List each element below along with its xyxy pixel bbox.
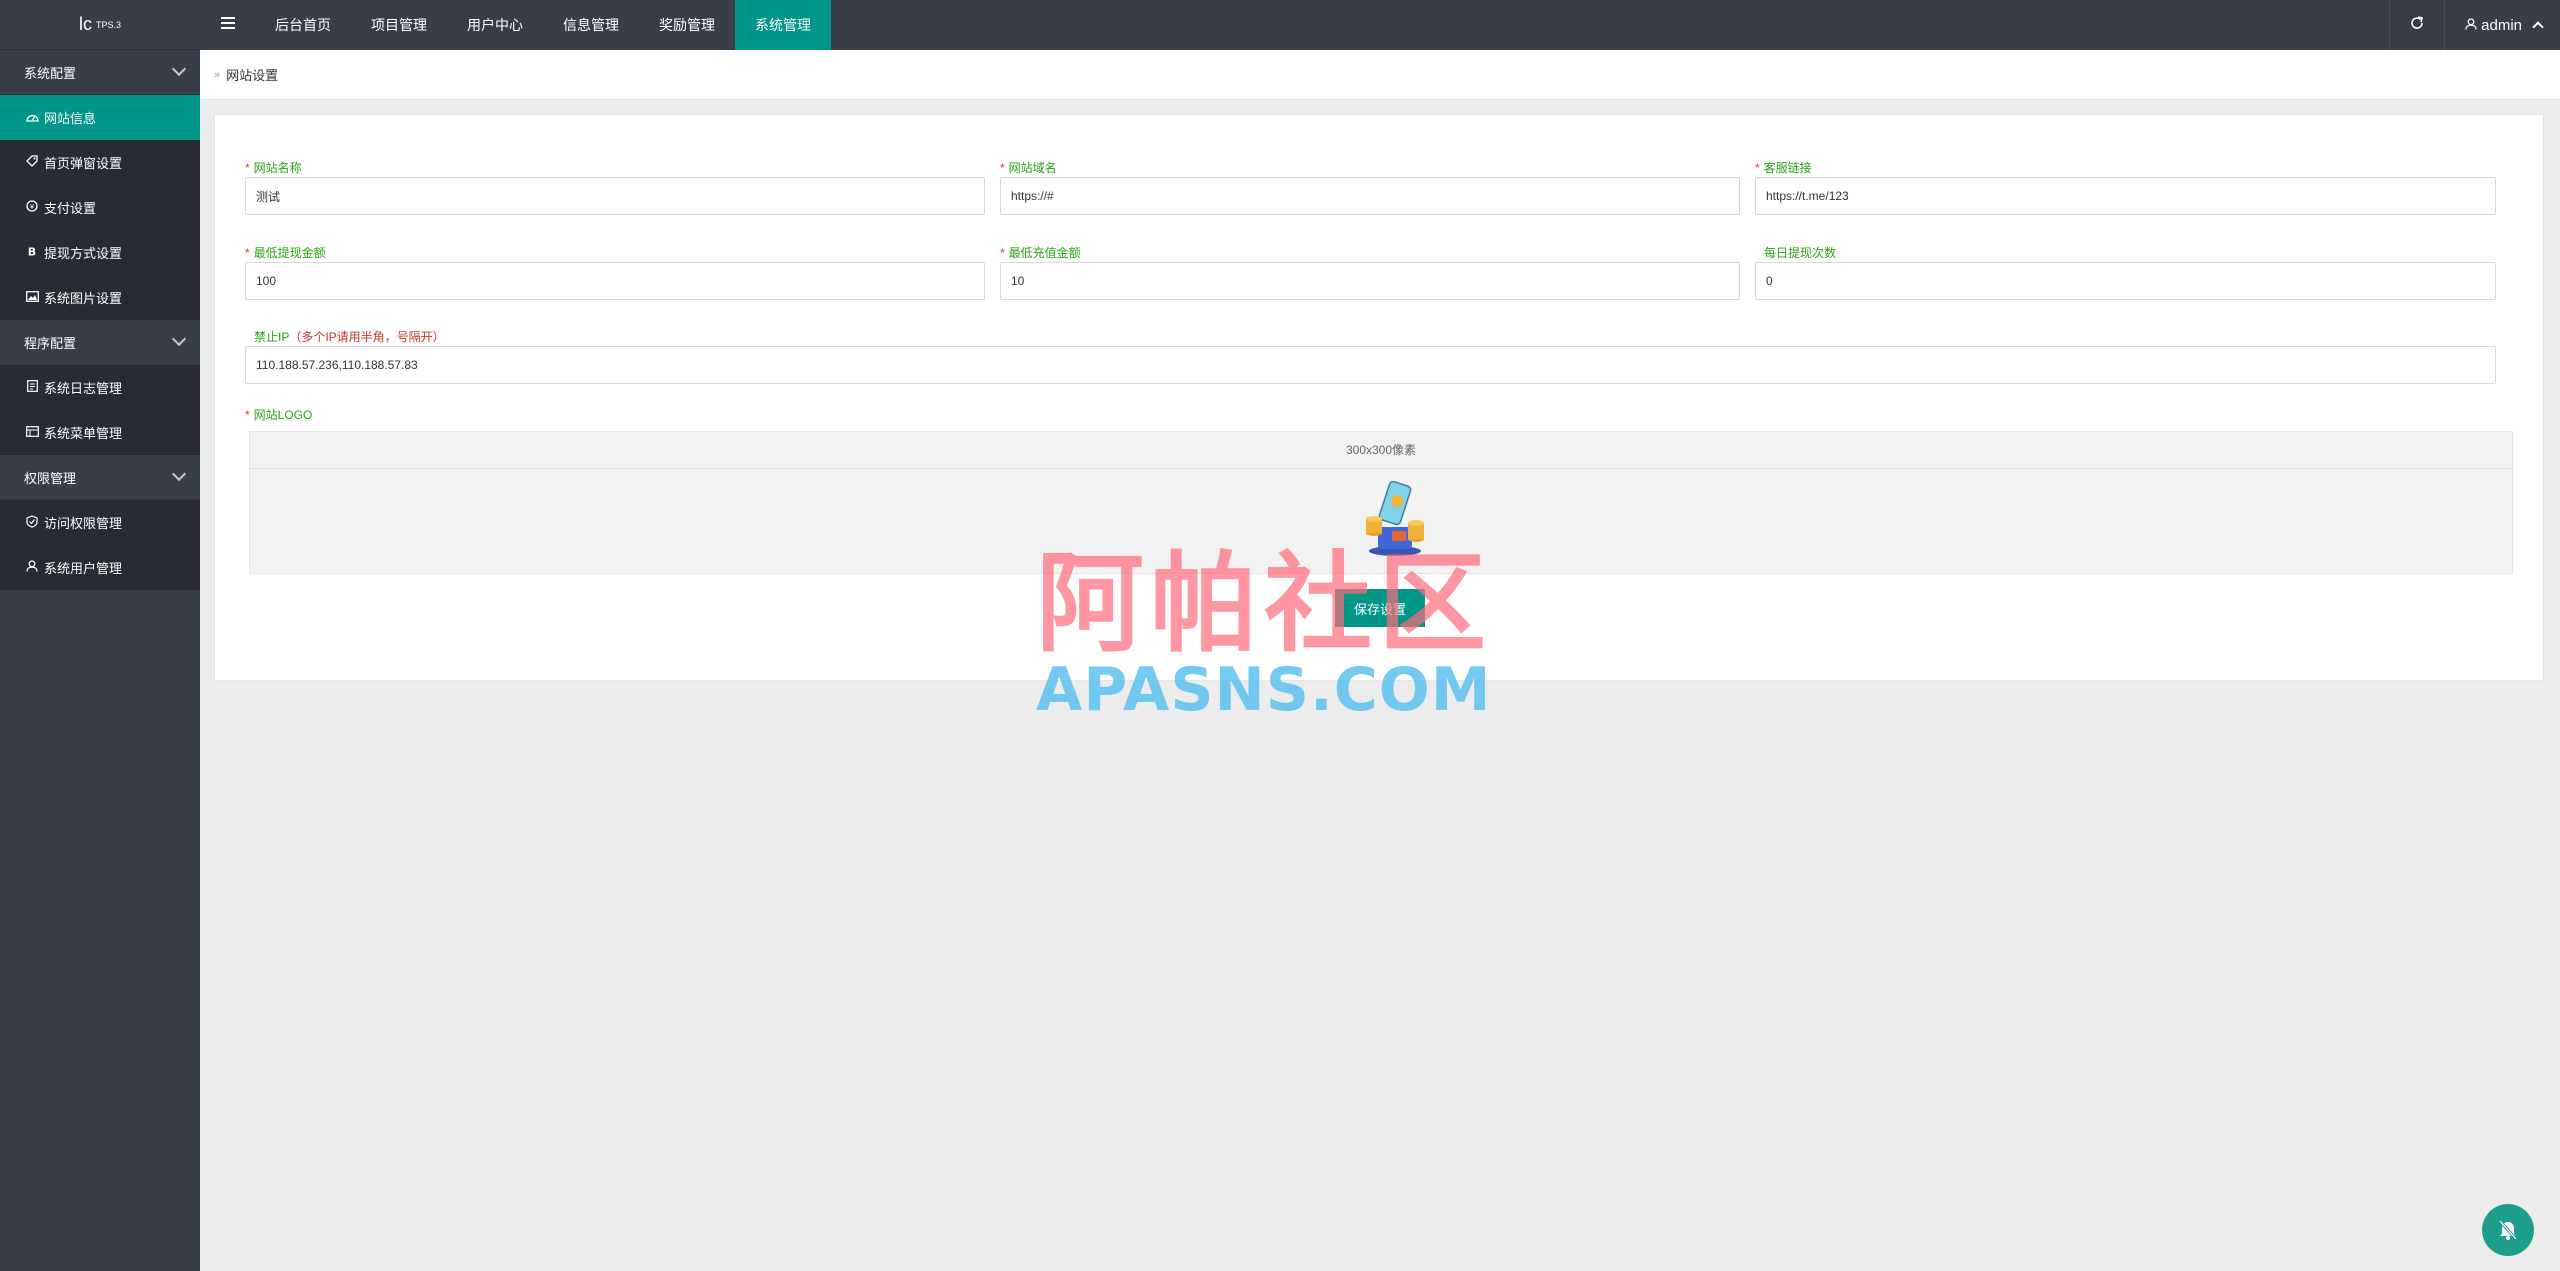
pay-icon: ¥ — [24, 200, 40, 215]
nav-user-center[interactable]: 用户中心 — [447, 0, 543, 50]
sidebar-item-payment[interactable]: ¥ 支付设置 — [0, 185, 200, 230]
logo-size-tip: 300x300像素 — [250, 432, 2512, 469]
username: admin — [2481, 16, 2522, 34]
log-icon — [24, 380, 40, 395]
min-recharge-label: * 最低充值金额 — [1000, 246, 1081, 260]
banned-ip-input[interactable] — [245, 346, 2496, 384]
shield-icon — [24, 514, 40, 531]
breadcrumb-current: 网站设置 — [226, 68, 279, 83]
sidebar-group-label: 权限管理 — [24, 470, 77, 486]
min-recharge-field: * 最低充值金额 — [1000, 244, 1740, 300]
logo-label: * 网站LOGO — [245, 408, 313, 422]
logo-text: lc — [78, 14, 92, 34]
daily-withdraw-times-field: 每日提现次数 — [1755, 244, 2496, 300]
daily-withdraw-times-label: 每日提现次数 — [1764, 246, 1837, 260]
refresh-button[interactable] — [2389, 0, 2444, 50]
service-link-input[interactable] — [1755, 177, 2496, 215]
logo-preview-image[interactable] — [1362, 479, 1428, 557]
sidebar-item-label: 网站信息 — [44, 111, 97, 126]
sidebar-item-site-info[interactable]: 网站信息 — [0, 95, 200, 140]
service-link-label: * 客服链接 — [1755, 161, 1812, 175]
sidebar-item-withdraw-method[interactable]: B 提现方式设置 — [0, 230, 200, 275]
sidebar: lc TPS.3 系统配置 网站信息 首页弹窗设置 ¥ 支付设置 B 提现方式设置… — [0, 0, 200, 1271]
save-settings-button[interactable]: 保存设置 — [1335, 589, 1425, 627]
min-withdraw-field: * 最低提现金额 — [245, 244, 985, 300]
sidebar-item-label: 系统图片设置 — [44, 291, 123, 306]
sidebar-item-system-log[interactable]: 系统日志管理 — [0, 365, 200, 410]
app-logo[interactable]: lc TPS.3 — [0, 0, 200, 50]
logo-version: TPS.3 — [95, 19, 121, 30]
user-menu[interactable]: admin — [2444, 0, 2560, 50]
banned-ip-label: 禁止IP（多个IP请用半角，号隔开） — [254, 330, 445, 344]
site-domain-input[interactable] — [1000, 177, 1740, 215]
banned-ip-field: 禁止IP（多个IP请用半角，号隔开） — [245, 328, 2496, 384]
sidebar-item-system-users[interactable]: 系统用户管理 — [0, 545, 200, 590]
site-name-field: * 网站名称 — [245, 159, 985, 215]
nav-system[interactable]: 系统管理 — [735, 0, 831, 50]
site-name-label: * 网站名称 — [245, 161, 302, 175]
sidebar-item-label: 支付设置 — [44, 201, 97, 216]
top-navbar: 后台首页 项目管理 用户中心 信息管理 奖励管理 系统管理 admin — [200, 0, 2560, 50]
sidebar-item-access-permissions[interactable]: 访问权限管理 — [0, 500, 200, 545]
sidebar-group-program-config[interactable]: 程序配置 — [0, 320, 200, 365]
daily-withdraw-times-input[interactable] — [1755, 262, 2496, 300]
user-icon — [24, 560, 40, 575]
hamburger-icon — [220, 16, 235, 34]
sidebar-item-label: 系统日志管理 — [44, 381, 123, 396]
chevron-down-icon — [171, 331, 187, 347]
image-icon — [24, 290, 40, 305]
user-icon — [2465, 17, 2477, 34]
site-domain-label: * 网站域名 — [1000, 161, 1057, 175]
sidebar-item-label: 系统用户管理 — [44, 561, 123, 576]
min-withdraw-label: * 最低提现金额 — [245, 246, 326, 260]
site-domain-field: * 网站域名 — [1000, 159, 1740, 215]
sidebar-toggle-button[interactable] — [200, 0, 255, 50]
sidebar-item-label: 访问权限管理 — [44, 516, 123, 531]
dashboard-icon — [24, 111, 40, 125]
sidebar-item-label: 首页弹窗设置 — [44, 156, 123, 171]
service-link-field: * 客服链接 — [1755, 159, 2496, 215]
refresh-icon — [2410, 16, 2424, 34]
chevron-down-icon — [171, 61, 187, 77]
bell-off-icon — [2496, 1217, 2520, 1244]
nav-projects[interactable]: 项目管理 — [351, 0, 447, 50]
svg-text:B: B — [28, 246, 36, 258]
sidebar-item-home-popup[interactable]: 首页弹窗设置 — [0, 140, 200, 185]
sidebar-group-permissions[interactable]: 权限管理 — [0, 455, 200, 500]
sidebar-item-label: 提现方式设置 — [44, 246, 123, 261]
bitcoin-icon: B — [24, 245, 40, 260]
nav-info[interactable]: 信息管理 — [543, 0, 639, 50]
sidebar-item-system-menu[interactable]: 系统菜单管理 — [0, 410, 200, 455]
sidebar-group-system-config[interactable]: 系统配置 — [0, 50, 200, 95]
min-withdraw-input[interactable] — [245, 262, 985, 300]
menu-icon — [24, 425, 40, 440]
settings-form-card: *网站名称 *网站域名 *客服链接 *最低提现金额 *最低充值金额 每日提现次数… — [214, 114, 2544, 681]
breadcrumb: » 网站设置 — [200, 50, 2560, 100]
tag-icon — [24, 155, 40, 170]
chevron-up-icon — [2532, 21, 2544, 33]
sidebar-group-label: 系统配置 — [24, 65, 77, 81]
chevron-down-icon — [171, 466, 187, 482]
logo-upload-area[interactable]: 300x300像素 — [249, 431, 2513, 574]
double-chevron-icon: » — [214, 68, 221, 81]
floating-notification-button[interactable] — [2482, 1204, 2534, 1256]
min-recharge-input[interactable] — [1000, 262, 1740, 300]
sidebar-item-label: 系统菜单管理 — [44, 426, 123, 441]
site-name-input[interactable] — [245, 177, 985, 215]
nav-rewards[interactable]: 奖励管理 — [639, 0, 735, 50]
logo-field: * 网站LOGO — [245, 406, 545, 424]
sidebar-item-image-settings[interactable]: 系统图片设置 — [0, 275, 200, 320]
sidebar-group-label: 程序配置 — [24, 335, 77, 351]
svg-text:¥: ¥ — [30, 203, 35, 211]
nav-dashboard[interactable]: 后台首页 — [255, 0, 351, 50]
